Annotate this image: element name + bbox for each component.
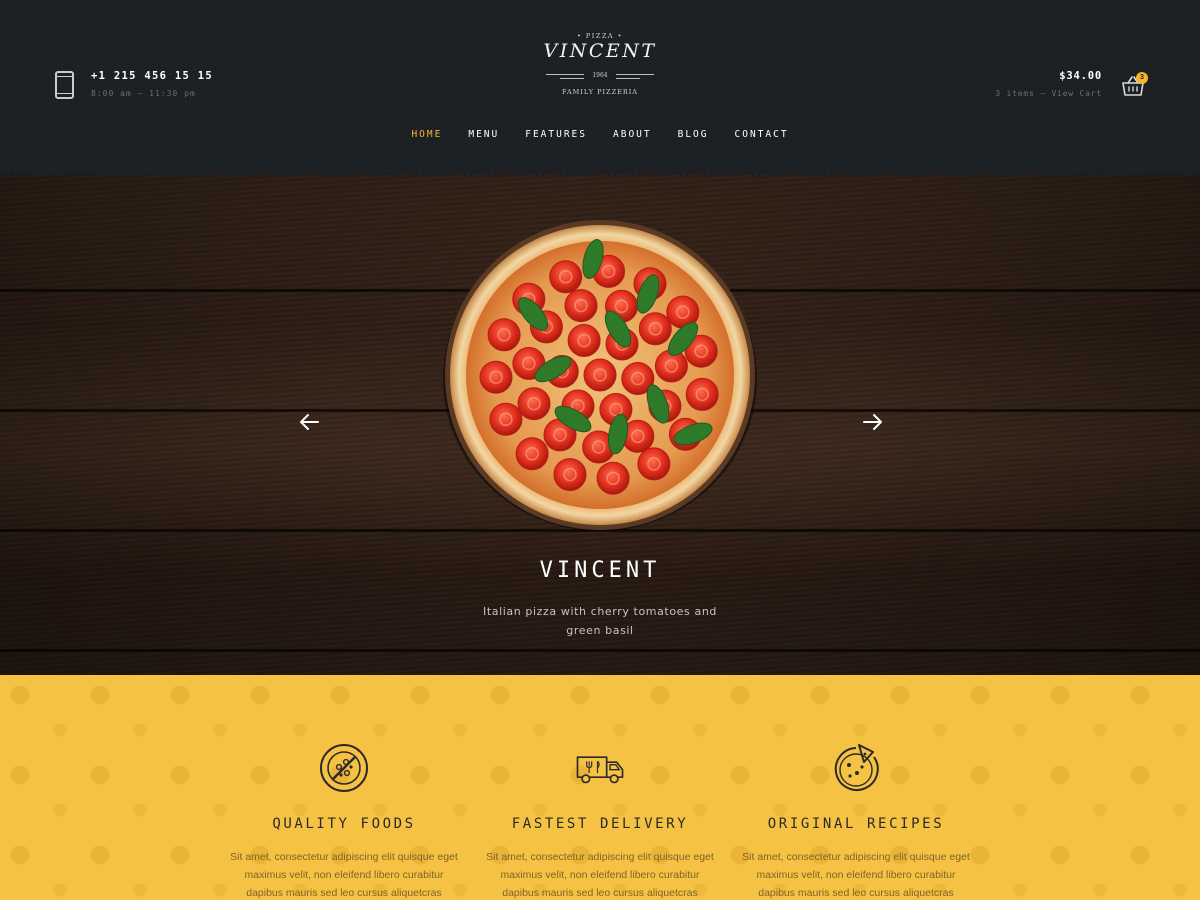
mobile-phone-icon	[55, 71, 74, 99]
feature-title: ORIGINAL RECIPES	[767, 816, 945, 832]
features-section: QUALITY FOODS Sit amet, consectetur adip…	[0, 675, 1200, 900]
slide-title: VINCENT	[539, 558, 661, 583]
feature-fastest-delivery: FASTEST DELIVERY Sit amet, consectetur a…	[450, 675, 750, 900]
pizza-slice-icon	[831, 743, 881, 793]
nav-features[interactable]: FEATURES	[525, 128, 587, 142]
opening-hours: 8:00 am – 11:30 pm	[91, 89, 196, 98]
feature-title: QUALITY FOODS	[272, 816, 416, 832]
logo-name: VINCENT	[543, 40, 657, 62]
next-slide-arrow-icon[interactable]	[860, 410, 884, 434]
zigzag-edge	[0, 172, 1200, 178]
feature-quality-foods: QUALITY FOODS Sit amet, consectetur adip…	[194, 675, 494, 900]
cart-total: $34.00	[1059, 70, 1102, 82]
nav-contact[interactable]: CONTACT	[735, 128, 789, 142]
logo-tagline-top: • PIZZA •	[577, 32, 623, 40]
pizza-plate-icon	[319, 743, 369, 793]
hero-slider: VINCENT Italian pizza with cherry tomato…	[0, 172, 1200, 675]
nav-blog[interactable]: BLOG	[678, 128, 709, 142]
feature-title: FASTEST DELIVERY	[511, 816, 689, 832]
phone-number[interactable]: +1 215 456 15 15	[91, 70, 213, 82]
feature-text: Sit amet, consectetur adipiscing elit qu…	[230, 851, 458, 899]
view-cart-link[interactable]: 3 items – View Cart	[995, 89, 1102, 98]
nav-menu[interactable]: MENU	[468, 128, 499, 142]
nav-home[interactable]: HOME	[411, 128, 442, 142]
feature-original-recipes: ORIGINAL RECIPES Sit amet, consectetur a…	[706, 675, 1006, 900]
logo-subtitle: FAMILY PIZZERIA	[562, 88, 638, 96]
site-header: +1 215 456 15 15 8:00 am – 11:30 pm • PI…	[0, 0, 1200, 172]
slide-description: Italian pizza with cherry tomatoes and g…	[483, 605, 717, 637]
site-logo[interactable]: • PIZZA • VINCENT 1964 FAMILY PIZZERIA	[540, 32, 660, 98]
logo-year: 1964	[584, 71, 616, 81]
pizza-image	[443, 220, 757, 531]
feature-text: Sit amet, consectetur adipiscing elit qu…	[486, 851, 714, 899]
nav-about[interactable]: ABOUT	[613, 128, 652, 142]
cart-summary[interactable]: $34.00 3 items – View Cart 3	[985, 70, 1148, 102]
shopping-basket-icon[interactable]: 3	[1121, 72, 1148, 98]
delivery-truck-icon	[575, 743, 625, 793]
cart-count-badge: 3	[1136, 72, 1148, 84]
main-navigation: HOME MENU FEATURES ABOUT BLOG CONTACT	[0, 128, 1200, 142]
feature-text: Sit amet, consectetur adipiscing elit qu…	[742, 851, 970, 899]
previous-slide-arrow-icon[interactable]	[298, 410, 322, 434]
